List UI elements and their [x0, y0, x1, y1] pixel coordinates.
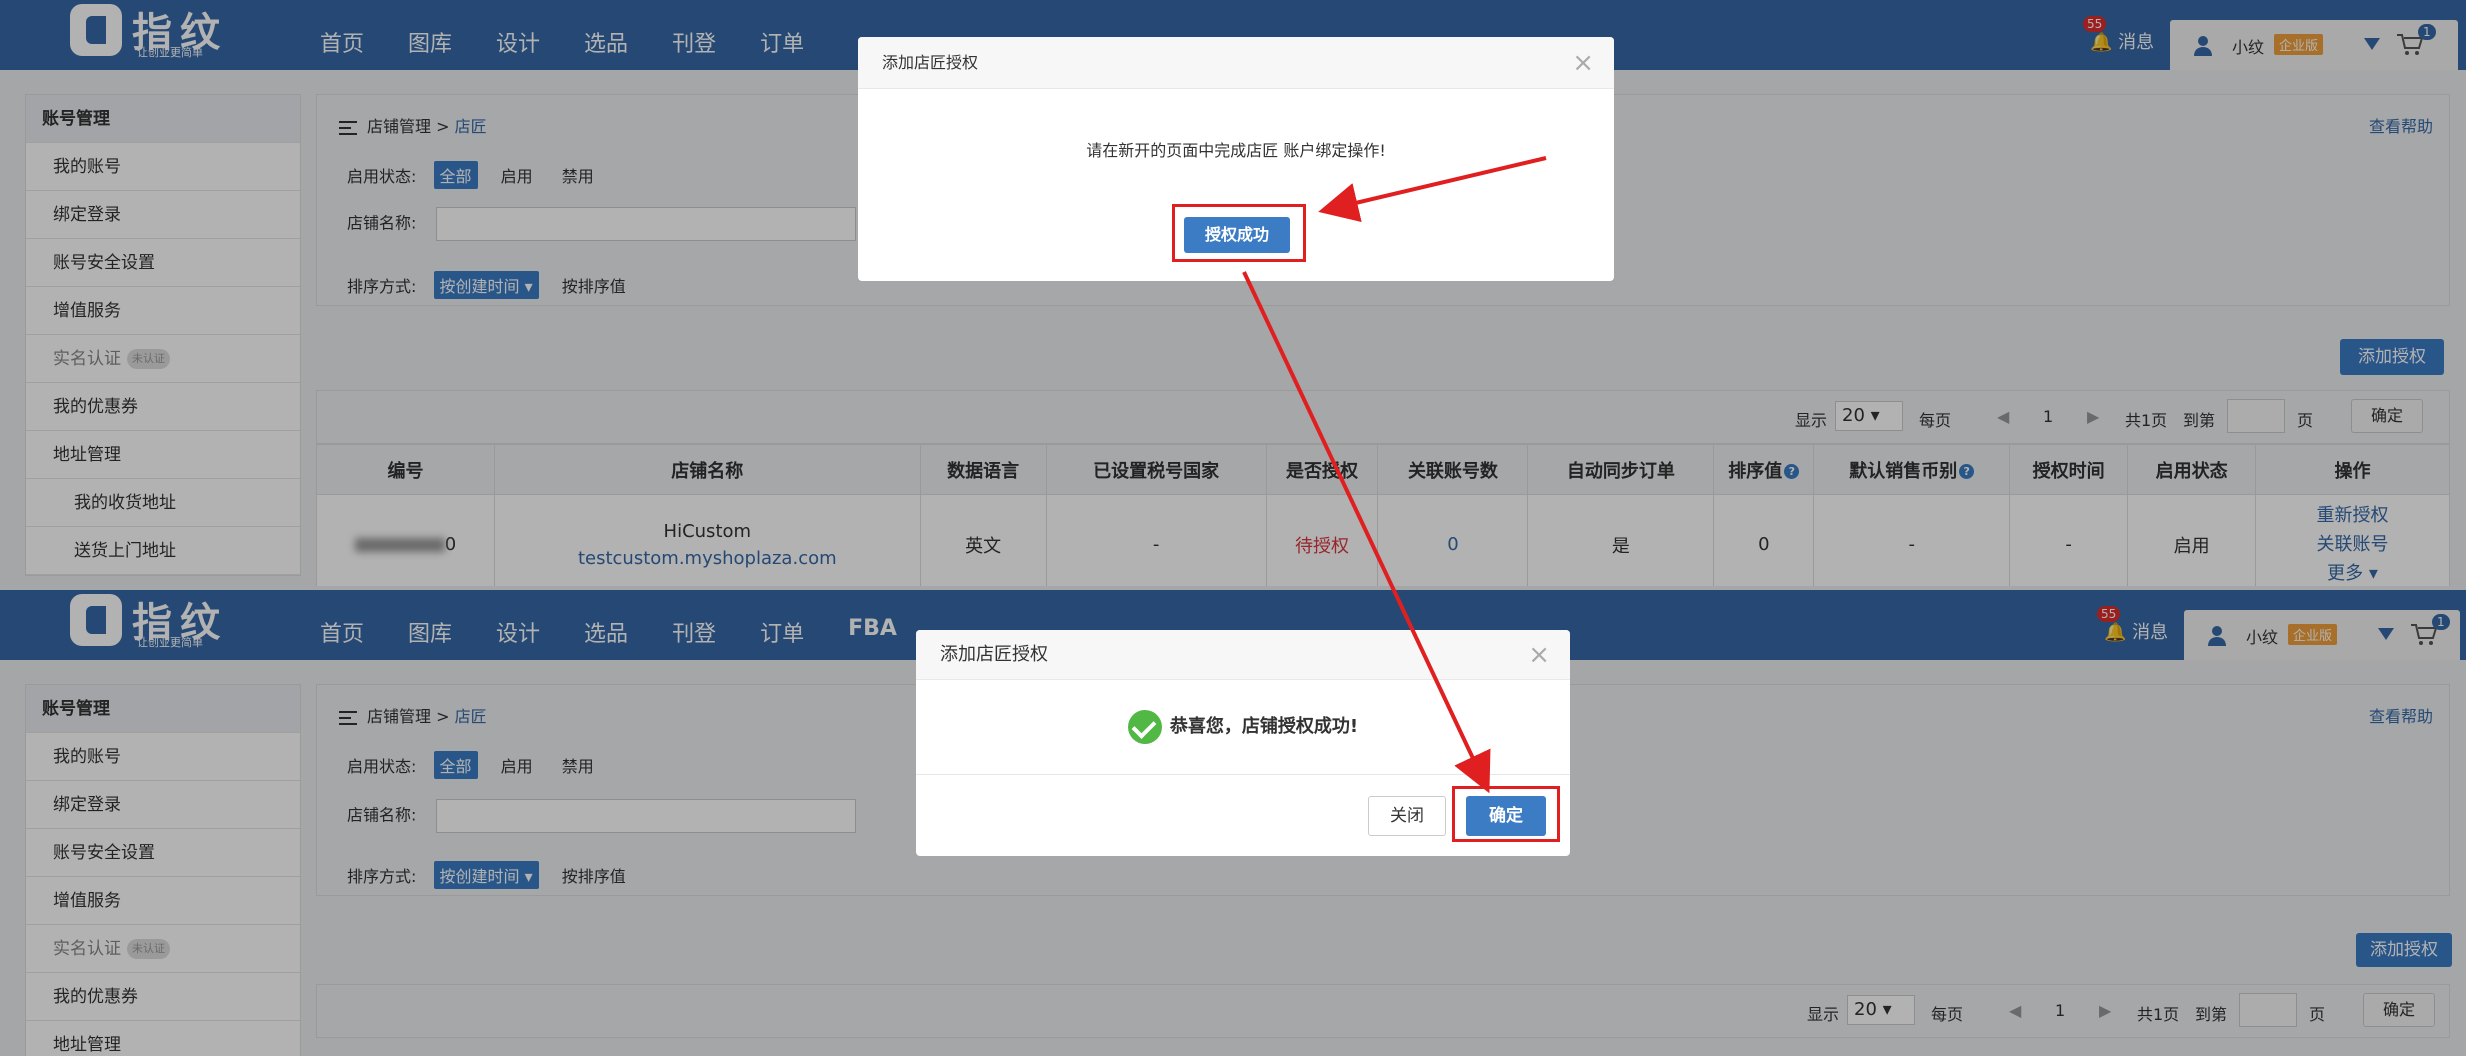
- dialog-footer-divider: [916, 774, 1570, 775]
- dialog-header: 添加店匠授权 ×: [916, 630, 1570, 680]
- dialog-success-message: 恭喜您，店铺授权成功!: [916, 710, 1570, 744]
- annotation-highlight-box: [1452, 786, 1560, 842]
- dialog-header: 添加店匠授权 ×: [858, 37, 1614, 89]
- dialog-title: 添加店匠授权: [940, 644, 1048, 665]
- screenshot-panel-top: 指纹 让创业更简单 首页 图库 设计 选品 刊登 订单 55 🔔 消息 小纹 企…: [0, 0, 2466, 586]
- check-circle-icon: [1127, 710, 1162, 744]
- dialog-close-button[interactable]: 关闭: [1368, 796, 1446, 836]
- screenshot-panel-bottom: 指纹 让创业更简单 首页 图库 设计 选品 刊登 订单 FBA 55 🔔 消息 …: [0, 586, 2466, 1056]
- close-icon[interactable]: ×: [1528, 630, 1550, 680]
- success-text: 恭喜您，店铺授权成功!: [1169, 716, 1359, 737]
- annotation-highlight-box: [1172, 204, 1306, 262]
- dialog-message: 请在新开的页面中完成店匠 账户绑定操作!: [1086, 141, 1386, 160]
- close-icon[interactable]: ×: [1572, 37, 1594, 89]
- dialog-title: 添加店匠授权: [882, 53, 979, 72]
